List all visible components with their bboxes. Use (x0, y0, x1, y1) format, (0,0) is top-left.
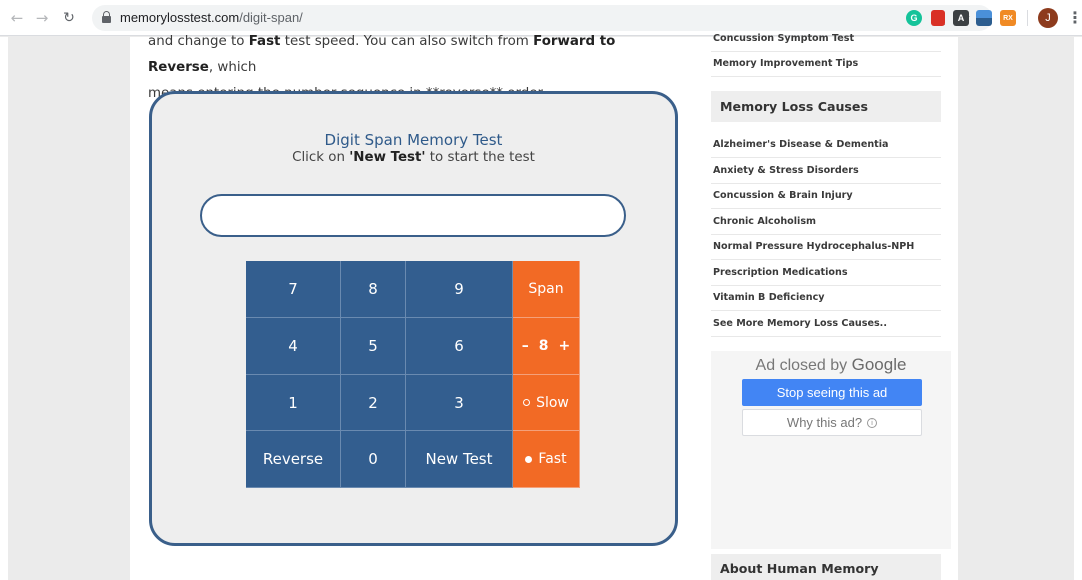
key-1[interactable]: 1 (246, 375, 341, 431)
left-gutter (0, 37, 8, 580)
key-8[interactable]: 8 (341, 261, 406, 318)
span-length-control: – 8 + (513, 318, 580, 375)
span-decrease-button[interactable]: – (522, 338, 529, 354)
slow-label: Slow (536, 394, 569, 411)
span-increase-button[interactable]: + (559, 338, 571, 354)
sidebar-link-memory-improvement-tips[interactable]: Memory Improvement Tips (711, 51, 941, 77)
why-this-ad-button[interactable]: Why this ad? i (742, 409, 922, 436)
test-title: Digit Span Memory Test (324, 131, 503, 149)
sidebar-link-concussion-symptom-test[interactable]: Concussion Symptom Test (711, 26, 941, 52)
key-0[interactable]: 0 (341, 431, 406, 488)
key-7[interactable]: 7 (246, 261, 341, 318)
sidebar-link-anxiety[interactable]: Anxiety & Stress Disorders (711, 158, 941, 184)
a-extension-icon[interactable]: A (953, 10, 969, 26)
test-instructions: Click on 'New Test' to start the test (292, 150, 535, 165)
back-arrow-icon[interactable]: ← (8, 9, 26, 27)
right-gutter (1074, 37, 1082, 580)
sidebar-link-see-more[interactable]: See More Memory Loss Causes.. (711, 311, 941, 337)
key-4[interactable]: 4 (246, 318, 341, 375)
fast-speed-radio[interactable]: Fast (513, 431, 580, 488)
sidebar-heading-memory-loss-causes: Memory Loss Causes (711, 91, 941, 122)
sidebar-link-nph[interactable]: Normal Pressure Hydrocephalus-NPH (711, 234, 941, 260)
rx-extension-icon[interactable]: RX (1000, 10, 1016, 26)
forward-arrow-icon[interactable]: → (33, 9, 51, 27)
sidebar-link-alzheimers[interactable]: Alzheimer's Disease & Dementia (711, 132, 941, 158)
new-test-button[interactable]: New Test (406, 431, 513, 488)
sidebar-link-prescription[interactable]: Prescription Medications (711, 260, 941, 286)
span-length-value: 8 (538, 338, 549, 354)
red-extension-icon[interactable] (931, 10, 945, 26)
menu-kebab-icon[interactable]: ⋮ (1067, 9, 1082, 27)
slow-speed-radio[interactable]: Slow (513, 375, 580, 431)
key-6[interactable]: 6 (406, 318, 513, 375)
lock-icon[interactable] (102, 11, 111, 24)
info-icon: i (867, 417, 878, 428)
profile-avatar[interactable]: J (1038, 8, 1058, 28)
photo-extension-icon[interactable] (976, 10, 992, 26)
google-wordmark: Google (851, 355, 907, 374)
key-2[interactable]: 2 (341, 375, 406, 431)
stop-seeing-ad-button[interactable]: Stop seeing this ad (742, 379, 922, 406)
key-9[interactable]: 9 (406, 261, 513, 318)
ad-closed-notice: Ad closed by Google (755, 355, 907, 374)
digit-entry-display[interactable] (200, 194, 626, 237)
reload-icon[interactable]: ↻ (60, 9, 78, 27)
toolbar-divider (1027, 10, 1028, 26)
key-3[interactable]: 3 (406, 375, 513, 431)
sidebar-link-concussion[interactable]: Concussion & Brain Injury (711, 183, 941, 209)
article-line-1: and change to Fast test speed. You can a… (148, 34, 616, 75)
url-text[interactable]: memorylosstest.com/digit-span/ (120, 10, 303, 25)
keypad: 7 8 9 Span 4 5 6 – 8 + 1 2 3 Slow Revers… (246, 261, 580, 488)
sidebar-link-vitamin-b[interactable]: Vitamin B Deficiency (711, 285, 941, 311)
radio-checked-icon (525, 455, 533, 463)
span-label: Span (513, 261, 580, 318)
sidebar-heading-about-human-memory: About Human Memory (711, 554, 941, 580)
radio-unchecked-icon (523, 399, 531, 406)
fast-label: Fast (538, 451, 567, 467)
key-5[interactable]: 5 (341, 318, 406, 375)
reverse-button[interactable]: Reverse (246, 431, 341, 488)
sidebar-link-alcoholism[interactable]: Chronic Alcoholism (711, 209, 941, 235)
grammarly-icon[interactable]: G (906, 10, 922, 26)
